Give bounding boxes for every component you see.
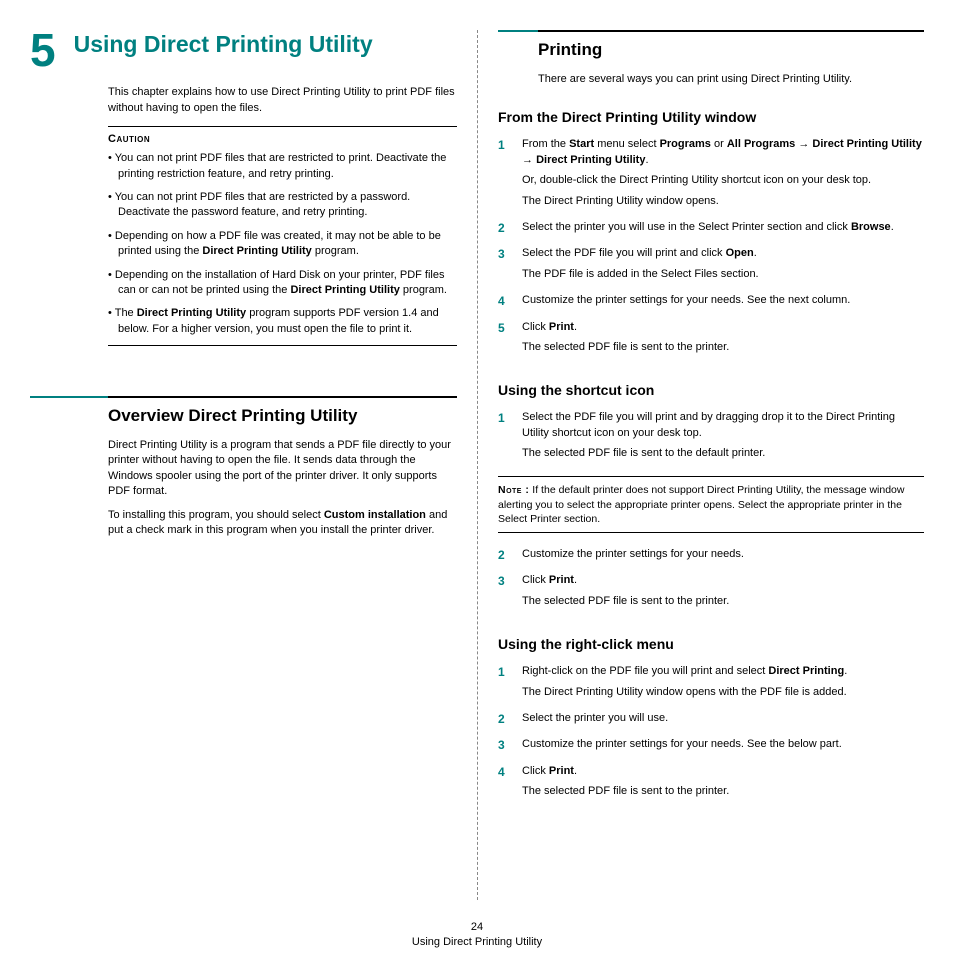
overview-p2: To installing this program, you should s… [108, 508, 457, 539]
step: 3 Customize the printer settings for your… [498, 737, 924, 757]
step-number: 1 [498, 410, 512, 466]
caution-item: You can not print PDF files that are res… [108, 151, 457, 182]
step-body: Customize the printer settings for your … [522, 737, 924, 757]
caution-list: You can not print PDF files that are res… [108, 151, 457, 337]
step-body: Right-click on the PDF file you will pri… [522, 664, 924, 705]
caution-item: The Direct Printing Utility program supp… [108, 306, 457, 337]
step-number: 4 [498, 764, 512, 805]
caution-item: Depending on the installation of Hard Di… [108, 268, 457, 299]
step-body: Customize the printer settings for your … [522, 293, 924, 313]
step: 2 Customize the printer settings for your… [498, 547, 924, 567]
step: 3Click Print.The selected PDF file is se… [498, 573, 924, 614]
rightclick-title: Using the right-click menu [498, 636, 924, 652]
step-number: 4 [498, 293, 512, 313]
step-body: Select the PDF file you will print and b… [522, 410, 924, 466]
overview-title: Overview Direct Printing Utility [108, 406, 457, 426]
printing-title: Printing [538, 40, 924, 60]
step-number: 3 [498, 573, 512, 614]
overview-p1: Direct Printing Utility is a program tha… [108, 438, 457, 500]
step: 4 Customize the printer settings for your… [498, 293, 924, 313]
caution-item: You can not print PDF files that are res… [108, 190, 457, 221]
printing-intro: There are several ways you can print usi… [538, 72, 924, 87]
step: 2 Select the printer you will use. [498, 711, 924, 731]
from-window-title: From the Direct Printing Utility window [498, 109, 924, 125]
step-body: Click Print.The selected PDF file is sen… [522, 573, 924, 614]
step-number: 2 [498, 711, 512, 731]
step-number: 5 [498, 320, 512, 361]
chapter-number: 5 [30, 30, 56, 71]
step-number: 1 [498, 137, 512, 214]
step-body: Click Print.The selected PDF file is sen… [522, 320, 924, 361]
chapter-title: Using Direct Printing Utility [74, 30, 373, 59]
step: 3Select the PDF file you will print and … [498, 246, 924, 287]
step-body: From the Start menu select Programs or A… [522, 137, 924, 214]
chapter-intro: This chapter explains how to use Direct … [108, 85, 457, 116]
step-number: 3 [498, 737, 512, 757]
divider [108, 345, 457, 346]
step: 2 Select the printer you will use in the … [498, 220, 924, 240]
step-body: Select the PDF file you will print and c… [522, 246, 924, 287]
step-body: Customize the printer settings for your … [522, 547, 924, 567]
step-number: 2 [498, 547, 512, 567]
shortcut-steps-2: 2 Customize the printer settings for your… [498, 547, 924, 614]
page-number: 24 [0, 920, 954, 935]
shortcut-note: Note : If the default printer does not s… [498, 476, 924, 533]
shortcut-steps-1: 1Select the PDF file you will print and … [498, 410, 924, 466]
step-number: 2 [498, 220, 512, 240]
step-body: Select the printer you will use in the S… [522, 220, 924, 240]
from-window-steps: 1From the Start menu select Programs or … [498, 137, 924, 360]
step: 1Right-click on the PDF file you will pr… [498, 664, 924, 705]
page-footer: 24 Using Direct Printing Utility [0, 920, 954, 971]
rightclick-steps: 1Right-click on the PDF file you will pr… [498, 664, 924, 804]
step-body: Click Print.The selected PDF file is sen… [522, 764, 924, 805]
chapter-header: 5 Using Direct Printing Utility [30, 30, 457, 71]
step: 4Click Print.The selected PDF file is se… [498, 764, 924, 805]
step: 5Click Print.The selected PDF file is se… [498, 320, 924, 361]
step: 1Select the PDF file you will print and … [498, 410, 924, 466]
page-footer-title: Using Direct Printing Utility [0, 935, 954, 950]
step: 1From the Start menu select Programs or … [498, 137, 924, 214]
section-rule [30, 396, 457, 398]
shortcut-title: Using the shortcut icon [498, 382, 924, 398]
caution-item: Depending on how a PDF file was created,… [108, 229, 457, 260]
section-rule [498, 30, 924, 32]
step-number: 3 [498, 246, 512, 287]
divider [108, 126, 457, 127]
caution-label: Caution [108, 133, 457, 145]
step-body: Select the printer you will use. [522, 711, 924, 731]
step-number: 1 [498, 664, 512, 705]
